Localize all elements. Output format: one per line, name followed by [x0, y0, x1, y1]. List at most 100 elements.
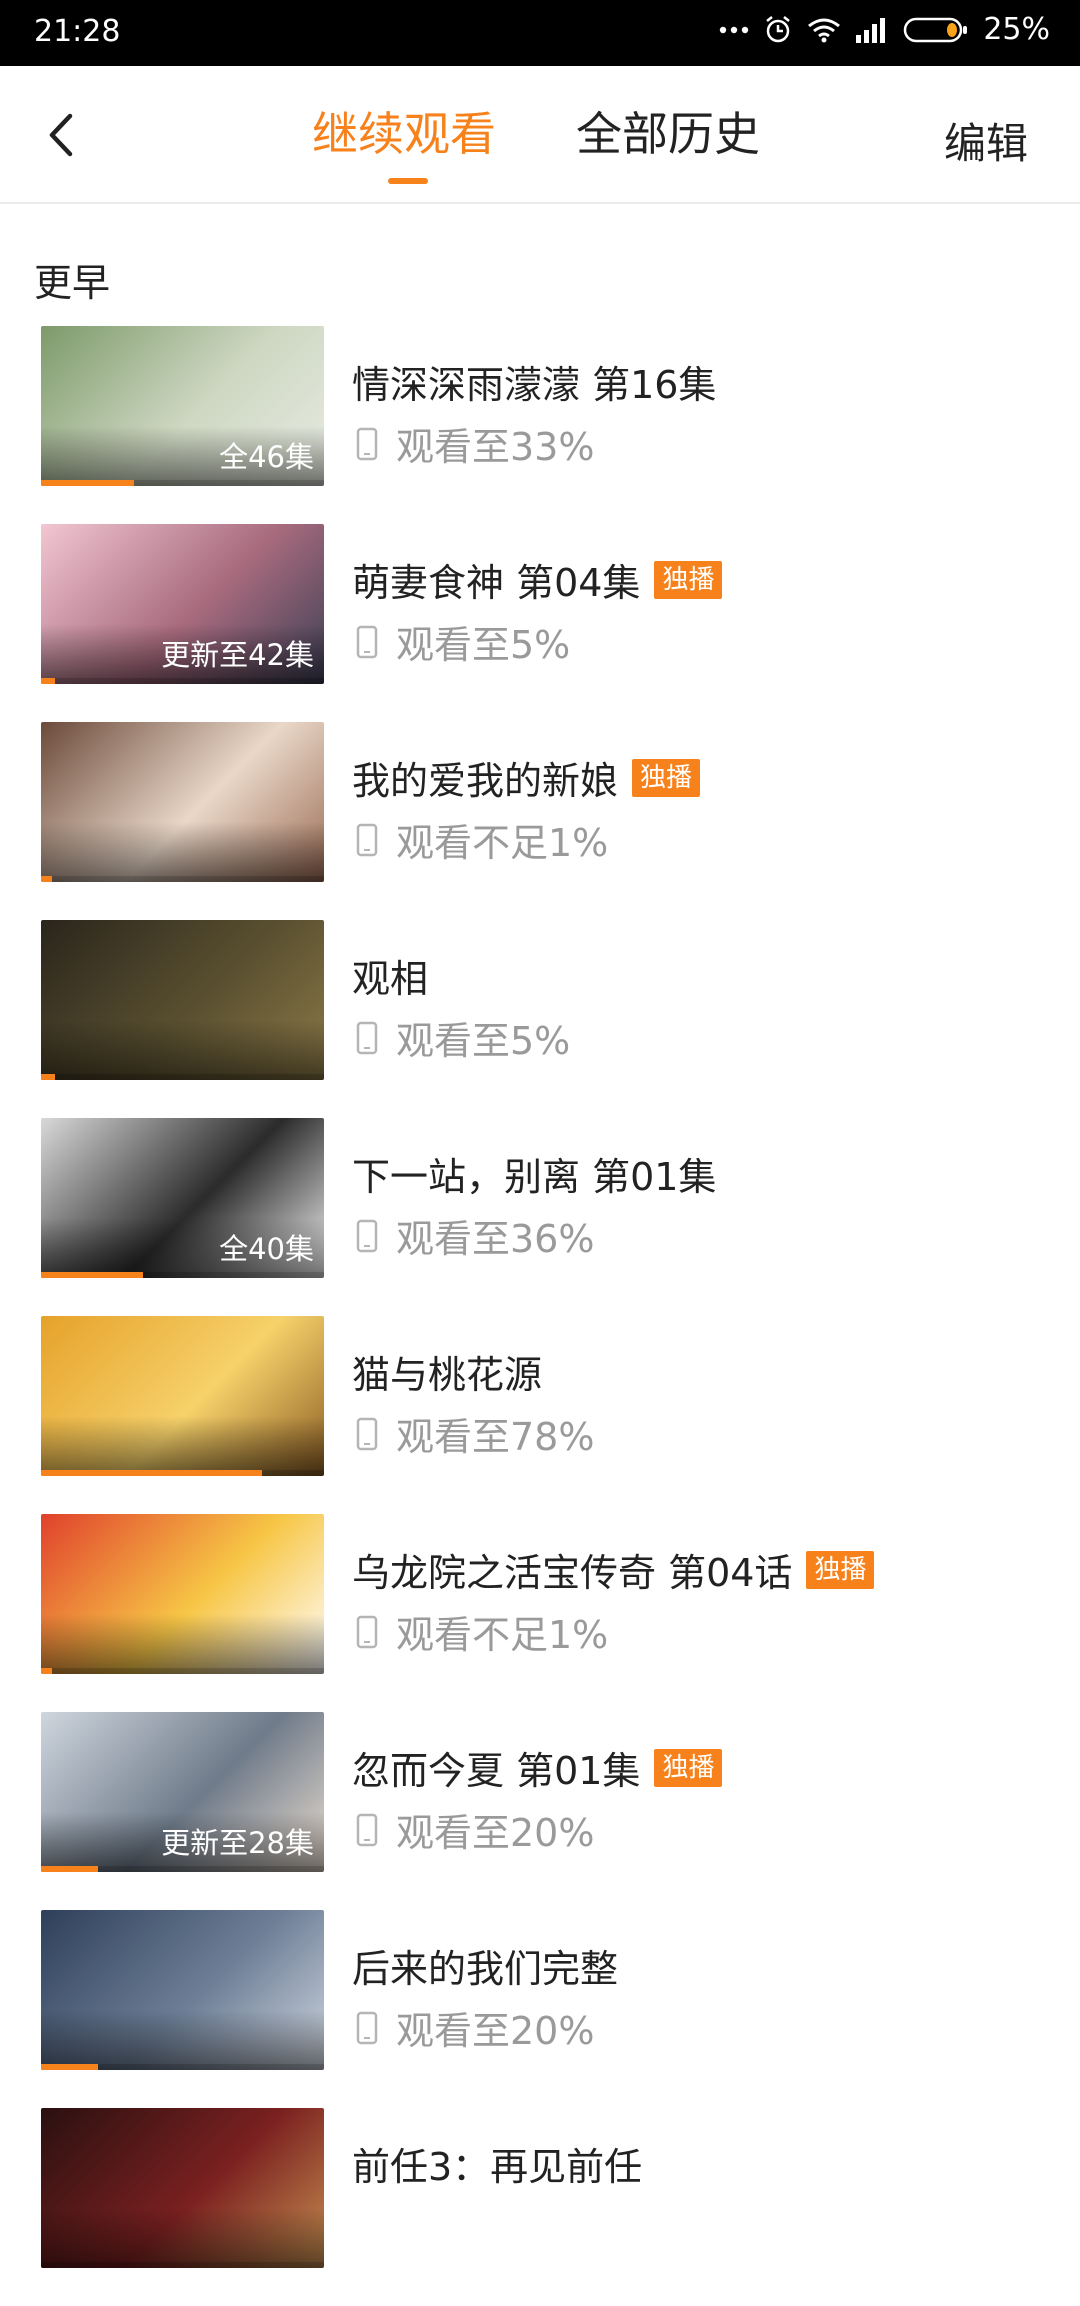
progress-text: 观看至33%	[396, 425, 595, 469]
list-item[interactable]: 全46集 情深深雨濛濛 第16集观看至33%	[0, 326, 1080, 524]
edit-button[interactable]: 编辑	[944, 110, 1028, 171]
list-item[interactable]: 更新至28集 忽而今夏 第01集 独播观看至20%	[0, 1712, 1080, 1910]
progress-bar	[41, 876, 53, 882]
active-tab-indicator	[388, 178, 428, 184]
progress-text: 观看至20%	[396, 2009, 595, 2053]
watch-progress: 观看不足1%	[356, 812, 608, 867]
tab-continue-watching[interactable]: 继续观看	[312, 106, 496, 162]
progress-bar	[41, 678, 56, 684]
status-icons: 25%	[719, 12, 1050, 47]
episode-count-badge: 全40集	[219, 1232, 314, 1266]
progress-bar	[41, 1074, 56, 1080]
list-item[interactable]: 我的爱我的新娘 独播 观看不足1%	[0, 722, 1080, 920]
progress-track	[41, 1668, 324, 1674]
list-item[interactable]: 更新至42集 萌妻食神 第04集 独播观看至5%	[0, 524, 1080, 722]
progress-track	[41, 2262, 324, 2268]
progress-bar	[41, 1470, 262, 1476]
title-row: 忽而今夏 第01集 独播	[352, 1740, 723, 1795]
status-bar: 21:28 25%	[0, 0, 1080, 66]
progress-text: 观看至5%	[396, 623, 571, 667]
video-title: 我的爱我的新娘	[352, 759, 619, 803]
thumbnail-shade	[41, 1416, 324, 1476]
video-thumbnail[interactable]	[41, 2108, 324, 2268]
phone-icon	[356, 823, 378, 856]
video-title: 乌龙院之活宝传奇 第04话	[352, 1551, 793, 1595]
video-title: 观相	[352, 957, 429, 1001]
video-thumbnail[interactable]: 全40集	[41, 1118, 324, 1278]
phone-icon	[356, 1021, 378, 1054]
video-title: 萌妻食神 第04集	[352, 561, 641, 605]
title-row: 乌龙院之活宝传奇 第04话 独播	[352, 1542, 875, 1597]
progress-track	[41, 678, 324, 684]
video-title: 前任3：再见前任	[352, 2145, 643, 2189]
video-thumbnail[interactable]	[41, 1316, 324, 1476]
title-row: 前任3：再见前任	[352, 2136, 642, 2191]
thumbnail-shade	[41, 1020, 324, 1080]
title-row: 后来的我们完整	[352, 1938, 618, 1993]
watch-progress: 观看至33%	[356, 416, 594, 471]
tab-all-history[interactable]: 全部历史	[576, 106, 760, 162]
thumbnail-shade	[41, 2208, 324, 2268]
progress-track	[41, 1074, 324, 1080]
title-row: 猫与桃花源	[352, 1344, 542, 1399]
watch-progress: 观看至20%	[356, 2000, 594, 2055]
list-item[interactable]: 前任3：再见前任	[0, 2108, 1080, 2306]
phone-icon	[356, 1417, 378, 1450]
watch-progress: 观看至5%	[356, 1010, 570, 1065]
list-item[interactable]: 观相观看至5%	[0, 920, 1080, 1118]
thumbnail-shade	[41, 1614, 324, 1674]
video-thumbnail[interactable]: 更新至28集	[41, 1712, 324, 1872]
video-thumbnail[interactable]	[41, 1514, 324, 1674]
progress-bar	[41, 1272, 143, 1278]
signal-icon	[856, 17, 886, 43]
video-thumbnail[interactable]	[41, 1910, 324, 2070]
more-dots-icon	[720, 26, 749, 33]
video-thumbnail[interactable]	[41, 920, 324, 1080]
exclusive-badge: 独播	[654, 560, 723, 599]
progress-bar	[41, 480, 135, 486]
alarm-icon	[766, 15, 791, 42]
phone-icon	[356, 2011, 378, 2044]
video-thumbnail[interactable]	[41, 722, 324, 882]
exclusive-badge: 独播	[654, 1748, 723, 1787]
top-nav: 继续观看 全部历史 编辑	[0, 66, 1080, 204]
phone-icon	[356, 1615, 378, 1648]
battery-icon	[904, 17, 968, 42]
exclusive-badge: 独播	[806, 1550, 875, 1589]
progress-text: 观看至36%	[396, 1217, 595, 1261]
video-title: 情深深雨濛濛 第16集	[352, 363, 717, 407]
status-time: 21:28	[34, 14, 121, 49]
progress-bar	[41, 1866, 98, 1872]
exclusive-badge: 独播	[632, 758, 701, 797]
list-item[interactable]: 全40集 下一站，别离 第01集观看至36%	[0, 1118, 1080, 1316]
list-item[interactable]: 后来的我们完整观看至20%	[0, 1910, 1080, 2108]
progress-text: 观看至5%	[396, 1019, 571, 1063]
title-row: 我的爱我的新娘 独播	[352, 750, 701, 805]
watch-progress: 观看不足1%	[356, 1604, 608, 1659]
video-title: 忽而今夏 第01集	[352, 1749, 641, 1793]
episode-count-badge: 更新至28集	[161, 1826, 314, 1860]
watch-progress: 观看至78%	[356, 1406, 594, 1461]
chevron-left-icon[interactable]	[38, 110, 88, 160]
wifi-icon	[808, 18, 841, 42]
title-row: 下一站，别离 第01集	[352, 1146, 716, 1201]
watch-progress: 观看至36%	[356, 1208, 594, 1263]
episode-count-badge: 更新至42集	[161, 638, 314, 672]
progress-track	[41, 876, 324, 882]
progress-bar	[41, 1668, 53, 1674]
video-thumbnail[interactable]: 更新至42集	[41, 524, 324, 684]
battery-percent: 25%	[983, 12, 1050, 47]
video-thumbnail[interactable]: 全46集	[41, 326, 324, 486]
phone-icon	[356, 1813, 378, 1846]
section-title: 更早	[34, 261, 111, 305]
progress-text: 观看不足1%	[396, 821, 609, 865]
title-row: 情深深雨濛濛 第16集	[352, 354, 716, 409]
episode-count-badge: 全46集	[219, 440, 314, 474]
list-item[interactable]: 猫与桃花源观看至78%	[0, 1316, 1080, 1514]
progress-text: 观看不足1%	[396, 1613, 609, 1657]
video-title: 猫与桃花源	[352, 1353, 543, 1397]
progress-text: 观看至20%	[396, 1811, 595, 1855]
phone-icon	[356, 625, 378, 658]
title-row: 观相	[352, 948, 428, 1003]
list-item[interactable]: 乌龙院之活宝传奇 第04话 独播观看不足1%	[0, 1514, 1080, 1712]
